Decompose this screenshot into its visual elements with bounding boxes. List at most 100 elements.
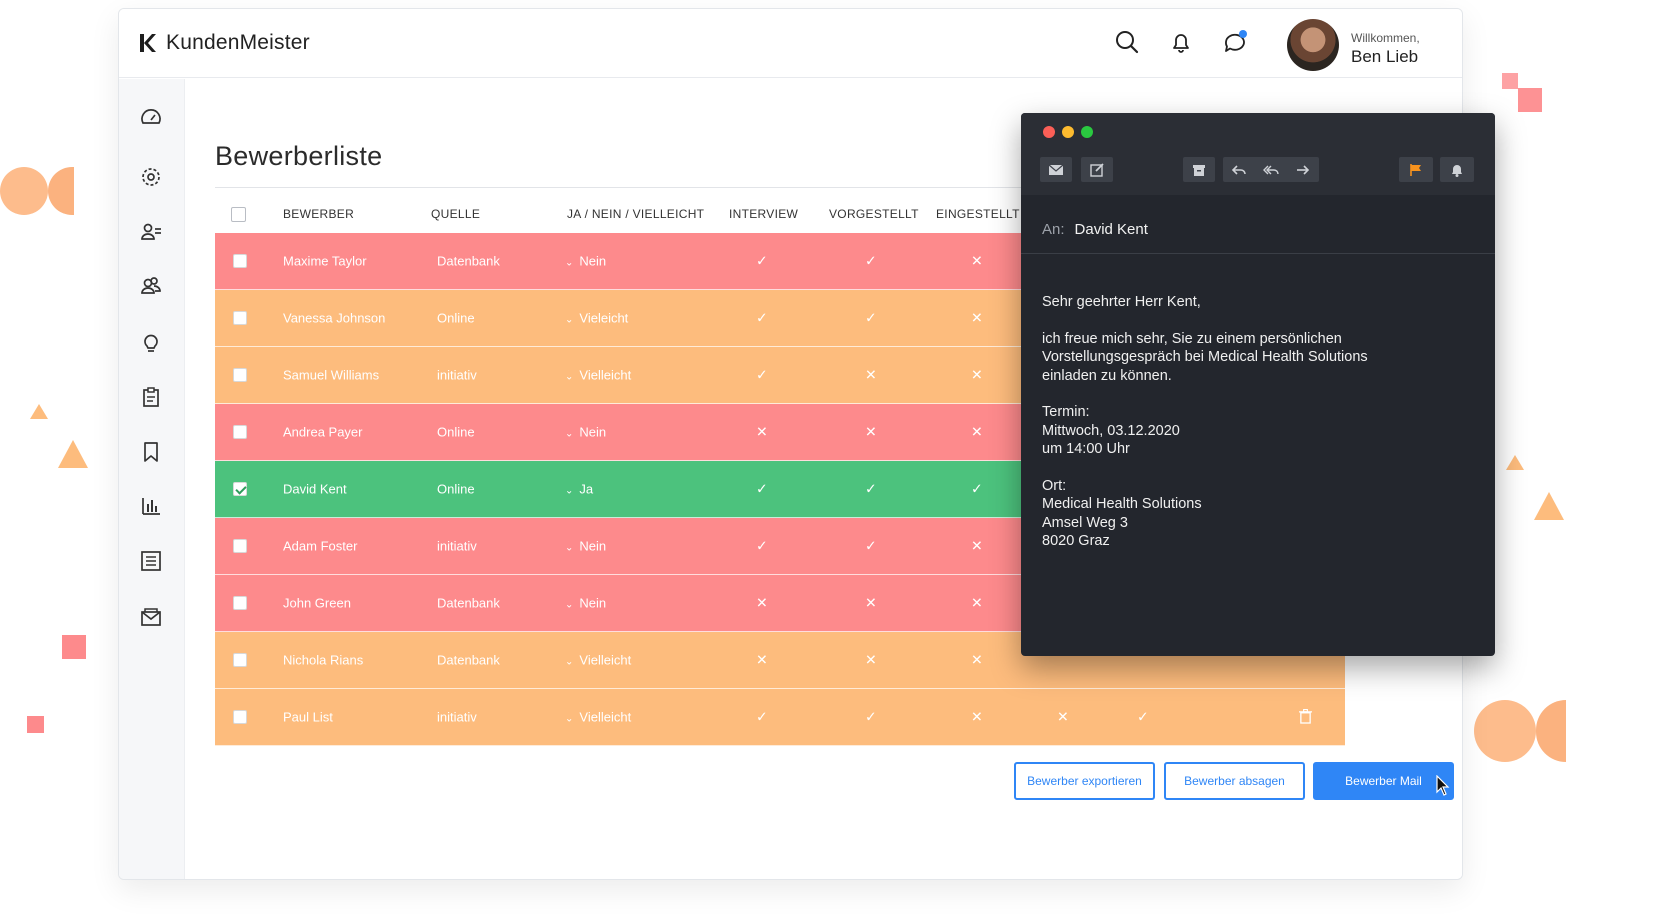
vorgestellt-status: ✓ (865, 309, 877, 326)
eingestellt-status: ✕ (971, 537, 983, 554)
mail-icon[interactable] (139, 605, 163, 629)
minimize-window-button[interactable] (1062, 126, 1074, 138)
export-button[interactable]: Bewerber exportieren (1014, 762, 1155, 800)
logo[interactable]: KundenMeister (137, 31, 310, 55)
decision-value: Vieleicht (579, 310, 629, 326)
chevron-down-icon: ⌄ (565, 542, 574, 554)
archive-button[interactable] (1183, 157, 1215, 182)
deco-circle-right (1474, 700, 1536, 762)
avatar[interactable] (1287, 19, 1339, 71)
welcome-block: Willkommen, Ben Lieb (1351, 31, 1420, 67)
termin-date: Mittwoch, 03.12.2020 (1042, 422, 1180, 439)
reply-icon[interactable] (1231, 162, 1247, 178)
interview-status: ✕ (756, 423, 768, 440)
eingestellt-status: ✕ (971, 423, 983, 440)
column-header-eingestellt[interactable]: EINGESTELLT (936, 207, 1020, 221)
search-icon[interactable] (1114, 29, 1140, 55)
decision-dropdown[interactable]: ⌄ Vieleicht (565, 311, 628, 326)
select-all-checkbox[interactable] (231, 207, 246, 222)
decision-dropdown[interactable]: ⌄ Vielleicht (565, 368, 631, 383)
decision-dropdown[interactable]: ⌄ Nein (565, 425, 606, 440)
chat-icon[interactable] (1222, 29, 1248, 55)
list-icon[interactable] (139, 549, 163, 573)
mail-greeting: Sehr geehrter Herr Kent, (1042, 294, 1201, 310)
row-checkbox[interactable] (233, 311, 247, 325)
bookmark-icon[interactable] (139, 440, 163, 464)
mail-body[interactable]: Sehr geehrter Herr Kent, ich freue mich … (1042, 293, 1482, 551)
compose-button[interactable] (1081, 157, 1113, 182)
row-checkbox[interactable] (233, 482, 247, 496)
bell-icon (1452, 164, 1462, 177)
close-window-button[interactable] (1043, 126, 1055, 138)
recipient-field[interactable]: An: David Kent (1042, 221, 1148, 238)
applicant-name[interactable]: Adam Foster (283, 539, 357, 554)
reply-group (1223, 157, 1319, 182)
applicant-name[interactable]: Nichola Rians (283, 653, 363, 668)
deco-triangle-left (58, 440, 88, 468)
column-header-bewerber[interactable]: BEWERBER (283, 207, 354, 221)
row-checkbox[interactable] (233, 368, 247, 382)
deco-square-right-2 (1518, 88, 1542, 112)
row-checkbox[interactable] (233, 254, 247, 268)
applicant-source: initiativ (437, 367, 477, 383)
applicant-name[interactable]: John Green (283, 596, 351, 611)
vorgestellt-status: ✓ (865, 480, 877, 497)
decision-dropdown[interactable]: ⌄ Vielleicht (565, 710, 631, 725)
group-icon[interactable] (139, 274, 163, 298)
column-header-vorgestellt[interactable]: VORGESTELLT (829, 207, 919, 221)
mail-button[interactable]: Bewerber Mail (1313, 762, 1454, 800)
applicant-source: Datenbank (437, 652, 500, 668)
eingestellt-status: ✕ (971, 252, 983, 269)
interview-status: ✓ (756, 537, 768, 554)
inbox-button[interactable] (1040, 157, 1072, 182)
decision-dropdown[interactable]: ⌄ Ja (565, 482, 593, 497)
row-checkbox[interactable] (233, 710, 247, 724)
applicant-name[interactable]: Maxime Taylor (283, 254, 367, 269)
maximize-window-button[interactable] (1081, 126, 1093, 138)
applicant-name[interactable]: David Kent (283, 482, 347, 497)
eingestellt-status: ✕ (971, 594, 983, 611)
flag-button[interactable] (1399, 157, 1433, 182)
clipboard-icon[interactable] (139, 385, 163, 409)
archive-icon (1193, 164, 1205, 176)
deco-triangle-right (1534, 492, 1564, 520)
decision-dropdown[interactable]: ⌄ Nein (565, 539, 606, 554)
page-title: Bewerberliste (215, 141, 383, 171)
deco-triangle-small-right (1506, 455, 1524, 470)
bell-icon[interactable] (1168, 29, 1194, 55)
applicant-name[interactable]: Vanessa Johnson (283, 311, 385, 326)
user-list-icon[interactable] (139, 220, 163, 244)
applicant-source: initiativ (437, 709, 477, 725)
eingestellt-status: ✕ (971, 309, 983, 326)
status-mark: ✕ (1057, 708, 1069, 725)
row-checkbox[interactable] (233, 425, 247, 439)
applicant-name[interactable]: Samuel Williams (283, 368, 379, 383)
decision-dropdown[interactable]: ⌄ Vielleicht (565, 653, 631, 668)
decision-value: Ja (579, 481, 594, 497)
reject-button[interactable]: Bewerber absagen (1164, 762, 1305, 800)
forward-icon[interactable] (1295, 162, 1311, 178)
trash-icon[interactable] (1299, 709, 1312, 724)
table-row[interactable]: Paul List initiativ ✓ ✓ ✕ ⌄ Vielleicht ✕ ✓ (215, 689, 1345, 746)
chevron-down-icon: ⌄ (565, 713, 574, 725)
chart-icon[interactable] (139, 494, 163, 518)
gear-icon[interactable] (139, 165, 163, 189)
mail-toolbar (1021, 113, 1495, 195)
dashboard-icon[interactable] (139, 106, 163, 130)
lightbulb-icon[interactable] (139, 331, 163, 355)
vorgestellt-status: ✕ (865, 366, 877, 383)
reply-all-icon[interactable] (1263, 162, 1279, 178)
decision-dropdown[interactable]: ⌄ Nein (565, 596, 606, 611)
applicant-name[interactable]: Paul List (283, 710, 333, 725)
notify-button[interactable] (1440, 157, 1474, 182)
logo-icon (140, 34, 156, 52)
row-checkbox[interactable] (233, 653, 247, 667)
vorgestellt-status: ✕ (865, 651, 877, 668)
applicant-name[interactable]: Andrea Payer (283, 425, 363, 440)
row-checkbox[interactable] (233, 539, 247, 553)
column-header-quelle[interactable]: QUELLE (431, 207, 480, 221)
row-checkbox[interactable] (233, 596, 247, 610)
column-header-interview[interactable]: INTERVIEW (729, 207, 798, 221)
decision-dropdown[interactable]: ⌄ Nein (565, 254, 606, 269)
column-header-decision[interactable]: JA / NEIN / VIELLEICHT (567, 207, 704, 221)
